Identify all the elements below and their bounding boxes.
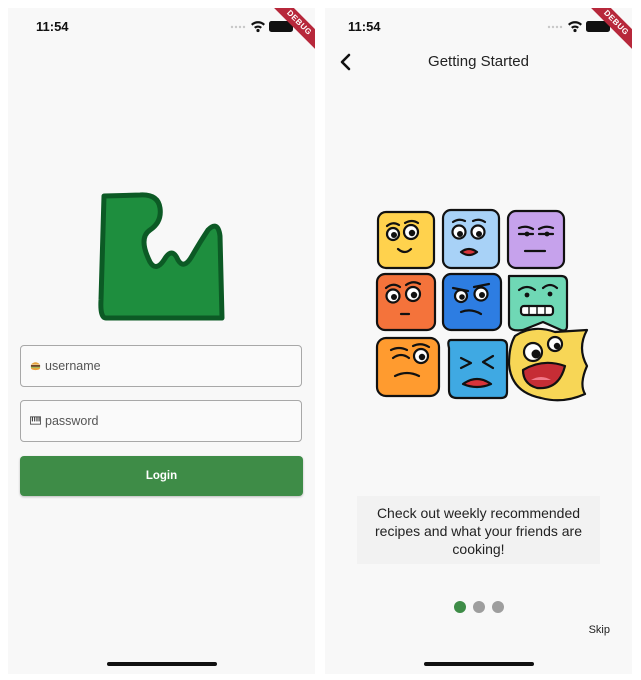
purple-face — [506, 209, 566, 270]
onboarding-description: Check out weekly recommended recipes and… — [357, 496, 600, 564]
wifi-icon — [568, 21, 582, 33]
password-input[interactable] — [45, 401, 295, 441]
mint-face — [507, 274, 569, 332]
username-field[interactable] — [20, 345, 302, 387]
light-blue-face — [441, 208, 501, 270]
skip-button[interactable]: Skip — [589, 624, 610, 636]
status-bar: 11:54 — [325, 8, 632, 44]
orange-face — [375, 336, 441, 398]
cellular-dots-icon — [547, 25, 563, 29]
nav-header: Getting Started — [325, 48, 632, 78]
status-bar: 11:54 — [8, 8, 315, 44]
page-indicator — [454, 601, 506, 614]
orange-red-face — [375, 272, 437, 332]
blue-face — [441, 272, 503, 332]
username-input[interactable] — [45, 346, 295, 386]
hamburger-icon — [30, 362, 41, 371]
page-dot[interactable] — [473, 601, 485, 613]
onboarding-screen: 11:54 DEBUG Getting Started Check out we… — [325, 8, 632, 674]
page-dot-active[interactable] — [454, 601, 466, 613]
sky-blue-face — [447, 338, 509, 400]
cellular-dots-icon — [230, 25, 246, 29]
yellow-face — [376, 210, 436, 270]
status-time: 11:54 — [348, 19, 381, 34]
page-dot[interactable] — [492, 601, 504, 613]
wifi-icon — [251, 21, 265, 33]
home-indicator — [423, 662, 534, 666]
big-yellow-face — [507, 327, 589, 402]
app-logo — [98, 192, 225, 321]
login-screen: 11:54 DEBUG Login — [8, 8, 315, 674]
home-indicator — [106, 662, 217, 666]
keyboard-icon — [30, 416, 41, 425]
emoji-faces-illustration — [375, 208, 589, 402]
page-title: Getting Started — [428, 53, 529, 70]
status-time: 11:54 — [36, 19, 69, 34]
login-button[interactable]: Login — [20, 456, 303, 496]
password-field[interactable] — [20, 400, 302, 442]
